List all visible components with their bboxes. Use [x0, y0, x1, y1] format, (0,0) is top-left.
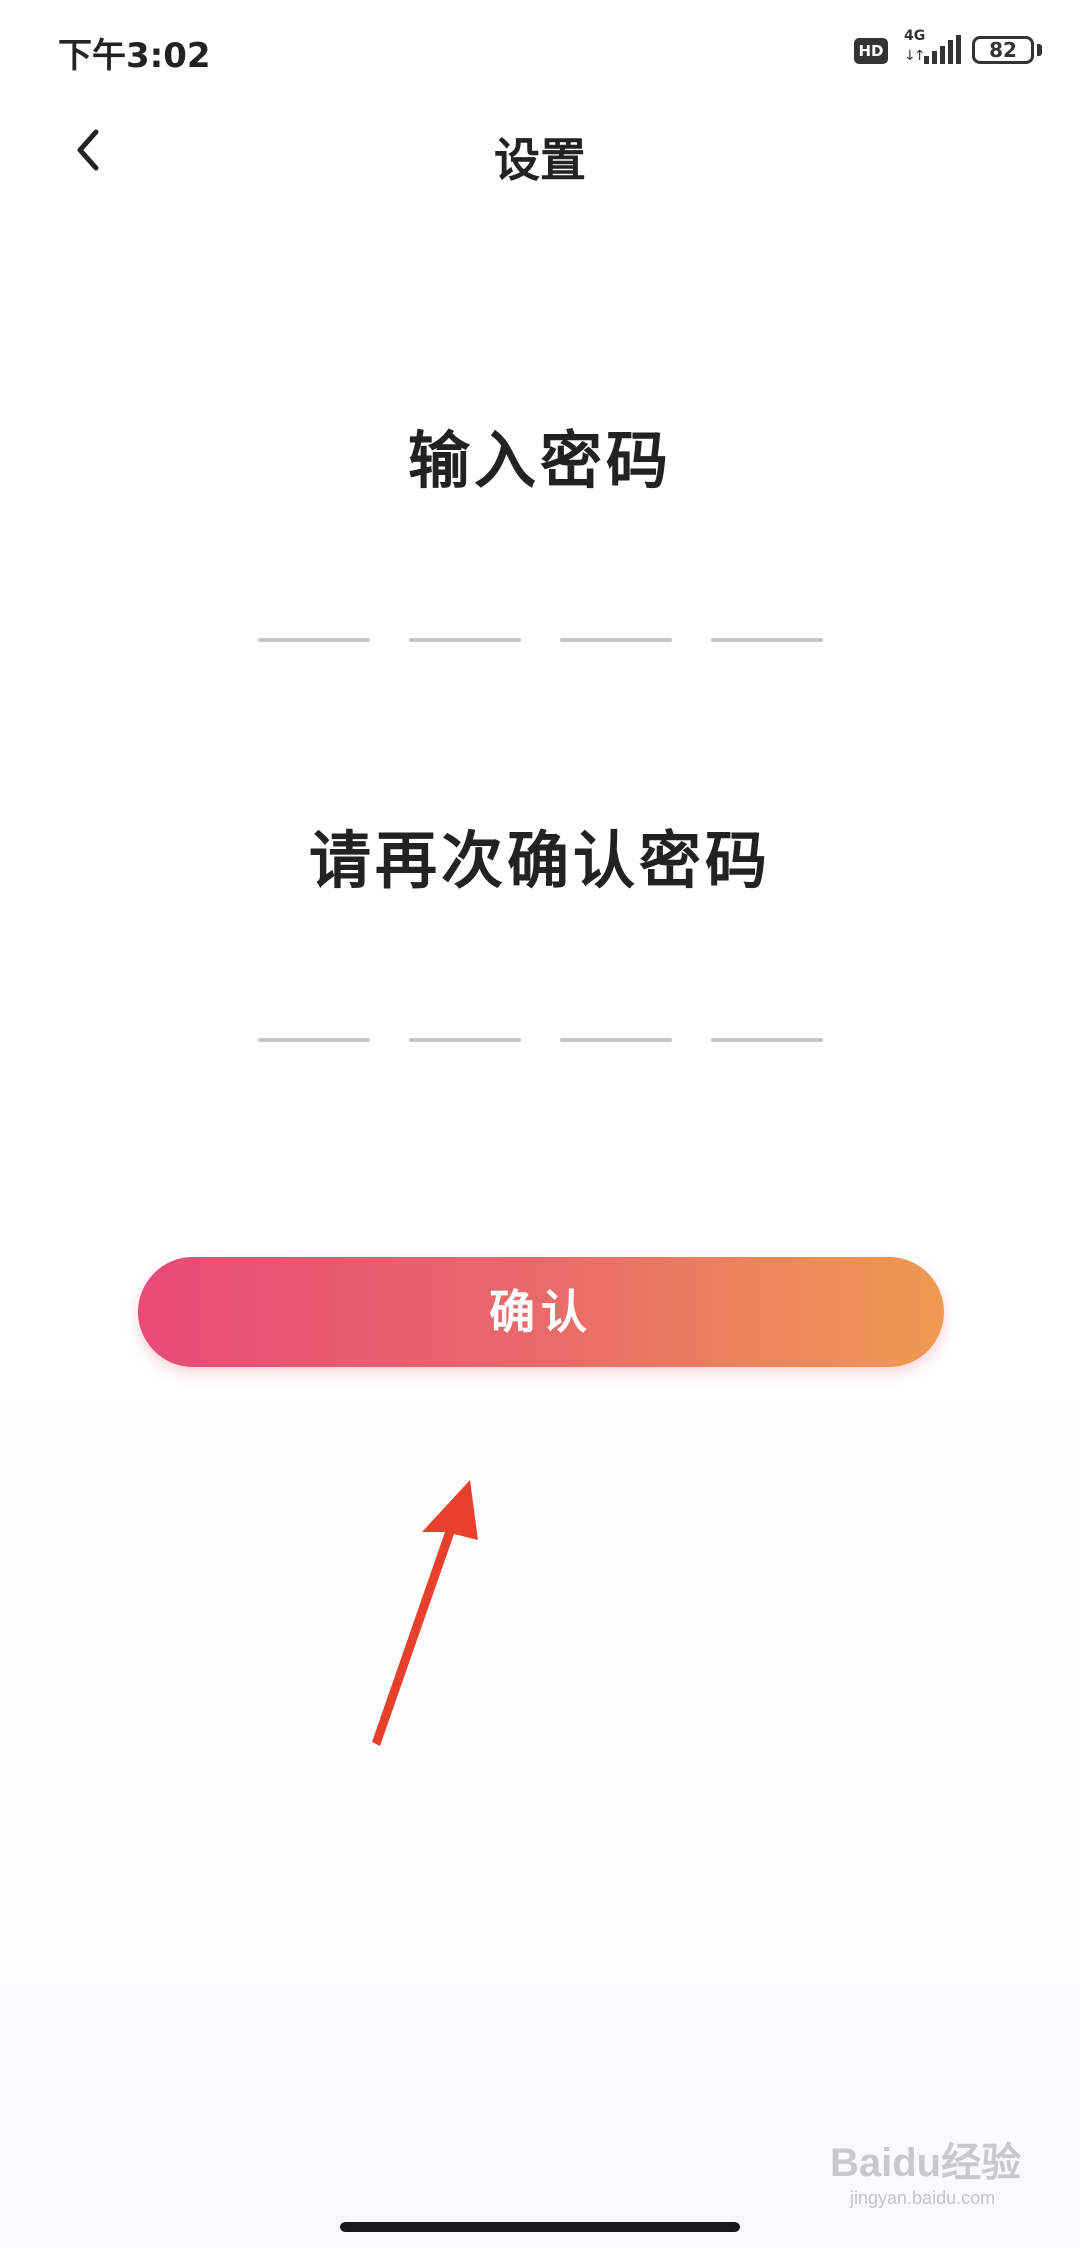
confirm-digit-slot[interactable] — [560, 1038, 672, 1042]
password-digit-slot[interactable] — [711, 638, 823, 642]
annotation-arrow-icon — [372, 1480, 478, 1746]
password-digit-slot[interactable] — [258, 638, 370, 642]
battery-level: 82 — [989, 38, 1017, 62]
status-time: 下午3:02 — [58, 36, 211, 76]
confirm-button[interactable]: 确认 — [138, 1257, 944, 1367]
home-indicator[interactable] — [340, 2222, 740, 2232]
confirm-digit-slot[interactable] — [258, 1038, 370, 1042]
confirm-digit-slot[interactable] — [711, 1038, 823, 1042]
data-arrows-icon: ↓↑ — [904, 48, 926, 64]
status-bar: 下午3:02 HD 4G ↓↑ 82 — [0, 0, 1080, 100]
nav-bar: 设置 — [0, 100, 1080, 200]
watermark-logo-text: Baidu经验 — [830, 2141, 1022, 2185]
password-input[interactable] — [258, 638, 824, 644]
background-fade — [0, 1350, 1080, 2248]
confirm-password-input[interactable] — [258, 1038, 824, 1044]
confirm-password-title: 请再次确认密码 — [308, 824, 771, 897]
battery-tip — [1037, 44, 1042, 56]
signal-strength-icon — [924, 35, 961, 64]
hd-icon: HD — [854, 38, 888, 64]
page-title: 设置 — [494, 133, 586, 187]
password-digit-slot[interactable] — [560, 638, 672, 642]
password-digit-slot[interactable] — [409, 638, 521, 642]
enter-password-title: 输入密码 — [407, 424, 672, 497]
watermark: Baidu经验 jingyan.baidu.com — [830, 2130, 1060, 2220]
watermark-url: jingyan.baidu.com — [850, 2188, 996, 2208]
confirm-digit-slot[interactable] — [409, 1038, 521, 1042]
battery-icon: 82 — [972, 36, 1034, 64]
